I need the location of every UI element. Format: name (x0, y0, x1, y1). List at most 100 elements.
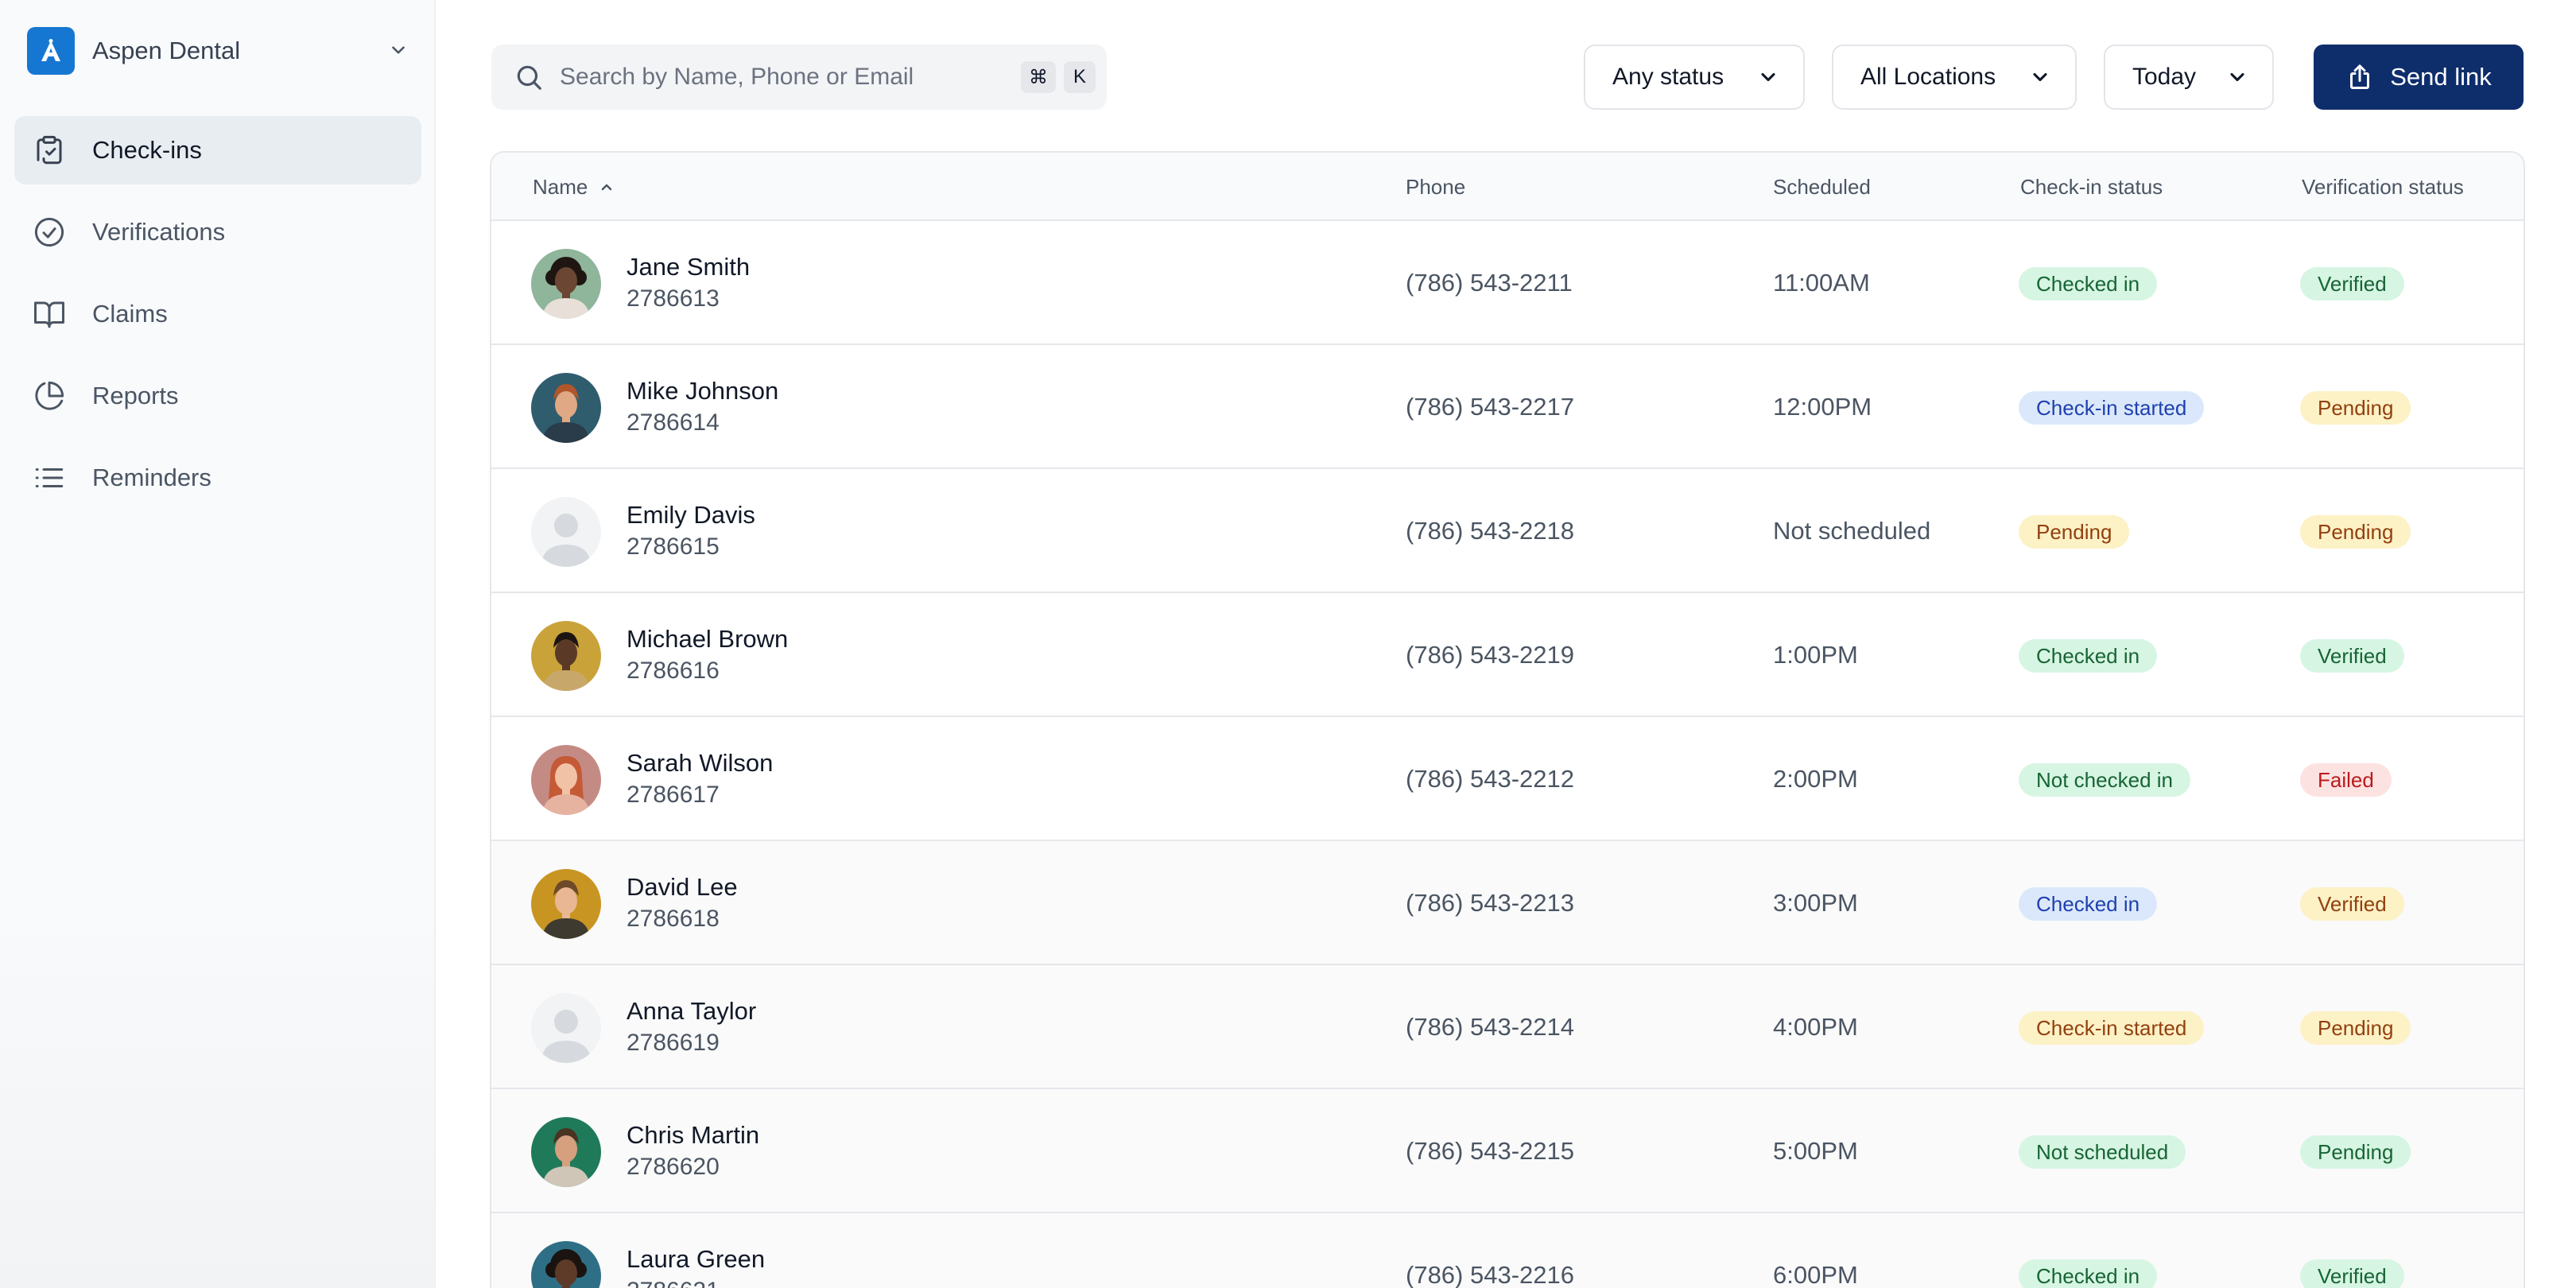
patient-id: 2786616 (627, 658, 720, 684)
avatar (531, 621, 601, 691)
patient-name-cell: Michael Brown 2786616 (627, 623, 788, 687)
check-in-status-badge: Checked in (2019, 887, 2158, 921)
phone-cell: (786) 543-2212 (1406, 765, 1574, 793)
column-header-name[interactable]: Name (533, 175, 616, 200)
check-in-status-badge: Checked in (2019, 1259, 2158, 1288)
sidebar-item-label: Reports (92, 382, 179, 409)
avatar-placeholder-icon (531, 993, 601, 1063)
sidebar-item-verifications[interactable]: Verifications (14, 198, 421, 266)
logo-icon (41, 39, 60, 61)
table-header: Name Phone Scheduled Check-in status Ver… (491, 153, 2524, 221)
check-in-status-badge: Check-in started (2019, 1011, 2205, 1045)
send-link-button[interactable]: Send link (2314, 45, 2524, 110)
phone-cell: (786) 543-2216 (1406, 1261, 1574, 1288)
phone-cell: (786) 543-2211 (1406, 269, 1573, 297)
table-row[interactable]: David Lee 2786618 (786) 543-2213 3:00PM … (491, 841, 2524, 965)
check-in-status-badge: Checked in (2019, 267, 2158, 301)
sidebar-item-label: Check-ins (92, 136, 202, 164)
patient-id: 2786615 (627, 533, 720, 560)
chevron-down-icon (392, 46, 405, 54)
send-link-label: Send link (2390, 63, 2492, 91)
search-input[interactable]: Search by Name, Phone or Email ⌘ K (491, 45, 1107, 110)
phone-cell: (786) 543-2218 (1406, 517, 1574, 545)
search-placeholder: Search by Name, Phone or Email (560, 64, 914, 90)
patient-name: Michael Brown (627, 625, 789, 653)
check-ins-table: Name Phone Scheduled Check-in status Ver… (490, 151, 2525, 1288)
scheduled-cell: 4:00PM (1773, 1013, 1858, 1041)
verification-status-badge: Verified (2300, 1259, 2404, 1288)
patient-name: Jane Smith (627, 253, 751, 281)
date-filter-dropdown[interactable]: Today (2104, 45, 2274, 110)
table-row[interactable]: Michael Brown 2786616 (786) 543-2219 1:0… (491, 593, 2524, 717)
column-header-scheduled[interactable]: Scheduled (1773, 175, 1871, 200)
book-icon (32, 297, 67, 332)
sidebar-item-claims[interactable]: Claims (14, 280, 421, 348)
avatar (531, 745, 601, 815)
verification-status-badge: Verified (2300, 639, 2404, 673)
chevron-down-icon (1761, 72, 1775, 82)
verification-status-badge: Pending (2300, 391, 2411, 425)
verification-status-badge: Pending (2300, 1011, 2411, 1045)
location-filter-value: All Locations (1860, 64, 1996, 90)
avatar-placeholder-icon (531, 497, 601, 567)
table-row[interactable]: Jane Smith 2786613 (786) 543-2211 11:00A… (491, 221, 2524, 345)
scheduled-cell: 3:00PM (1773, 889, 1858, 917)
patient-name-cell: Laura Green 2786621 (627, 1243, 765, 1288)
table-body: Jane Smith 2786613 (786) 543-2211 11:00A… (491, 221, 2524, 1288)
pie-chart-icon (32, 378, 67, 413)
patient-name-cell: David Lee 2786618 (627, 871, 738, 935)
table-row[interactable]: Anna Taylor 2786619 (786) 543-2214 4:00P… (491, 965, 2524, 1089)
avatar (531, 373, 601, 443)
sort-ascending-icon (602, 184, 612, 190)
patient-name: David Lee (627, 873, 738, 901)
avatar (531, 249, 601, 319)
shortcut-cmd-key: ⌘ (1021, 61, 1056, 93)
avatar (531, 1241, 601, 1288)
table-row[interactable]: Mike Johnson 2786614 (786) 543-2217 12:0… (491, 345, 2524, 469)
patient-id: 2786617 (627, 782, 720, 808)
sidebar-item-check-ins[interactable]: Check-ins (14, 116, 421, 184)
phone-cell: (786) 543-2219 (1406, 641, 1574, 669)
sidebar-item-label: Claims (92, 300, 168, 328)
patient-id: 2786613 (627, 285, 720, 312)
phone-cell: (786) 543-2213 (1406, 889, 1574, 917)
chevron-down-icon (2033, 72, 2047, 82)
clipboard-icon (32, 133, 67, 168)
verification-status-badge: Verified (2300, 267, 2404, 301)
table-row[interactable]: Laura Green 2786621 (786) 543-2216 6:00P… (491, 1213, 2524, 1288)
check-in-status-badge: Pending (2019, 515, 2130, 549)
scheduled-cell: 2:00PM (1773, 765, 1858, 793)
check-in-status-badge: Not checked in (2019, 763, 2190, 797)
org-switcher[interactable]: Aspen Dental (27, 24, 409, 78)
verification-status-badge: Failed (2300, 763, 2392, 797)
column-header-phone[interactable]: Phone (1406, 175, 1465, 200)
table-row[interactable]: Sarah Wilson 2786617 (786) 543-2212 2:00… (491, 717, 2524, 841)
check-circle-icon (32, 215, 67, 250)
sidebar: Aspen Dental Check-ins Verifications Cla… (0, 0, 436, 1288)
patient-name: Mike Johnson (627, 377, 779, 405)
scheduled-cell: 6:00PM (1773, 1261, 1858, 1288)
verification-status-badge: Pending (2300, 1135, 2411, 1169)
verification-status-badge: Pending (2300, 515, 2411, 549)
location-filter-dropdown[interactable]: All Locations (1832, 45, 2077, 110)
sidebar-item-reports[interactable]: Reports (14, 362, 421, 430)
column-header-verification-status[interactable]: Verification status (2302, 175, 2464, 200)
scheduled-cell: 12:00PM (1773, 393, 1872, 421)
status-filter-dropdown[interactable]: Any status (1584, 45, 1805, 110)
phone-cell: (786) 543-2214 (1406, 1013, 1574, 1041)
sidebar-item-label: Reminders (92, 464, 211, 491)
table-row[interactable]: Chris Martin 2786620 (786) 543-2215 5:00… (491, 1089, 2524, 1213)
patient-name-cell: Anna Taylor 2786619 (627, 995, 756, 1059)
column-header-label: Name (533, 175, 588, 199)
column-header-check-in-status[interactable]: Check-in status (2020, 175, 2163, 200)
list-icon (32, 460, 67, 495)
share-icon (2350, 64, 2370, 89)
scheduled-cell: 5:00PM (1773, 1137, 1858, 1165)
patient-id: 2786614 (627, 409, 720, 436)
table-row[interactable]: Emily Davis 2786615 (786) 543-2218 Not s… (491, 469, 2524, 593)
search-icon (517, 65, 541, 90)
date-filter-value: Today (2132, 64, 2197, 90)
sidebar-item-reminders[interactable]: Reminders (14, 444, 421, 512)
phone-cell: (786) 543-2217 (1406, 393, 1574, 421)
check-in-status-badge: Checked in (2019, 639, 2158, 673)
